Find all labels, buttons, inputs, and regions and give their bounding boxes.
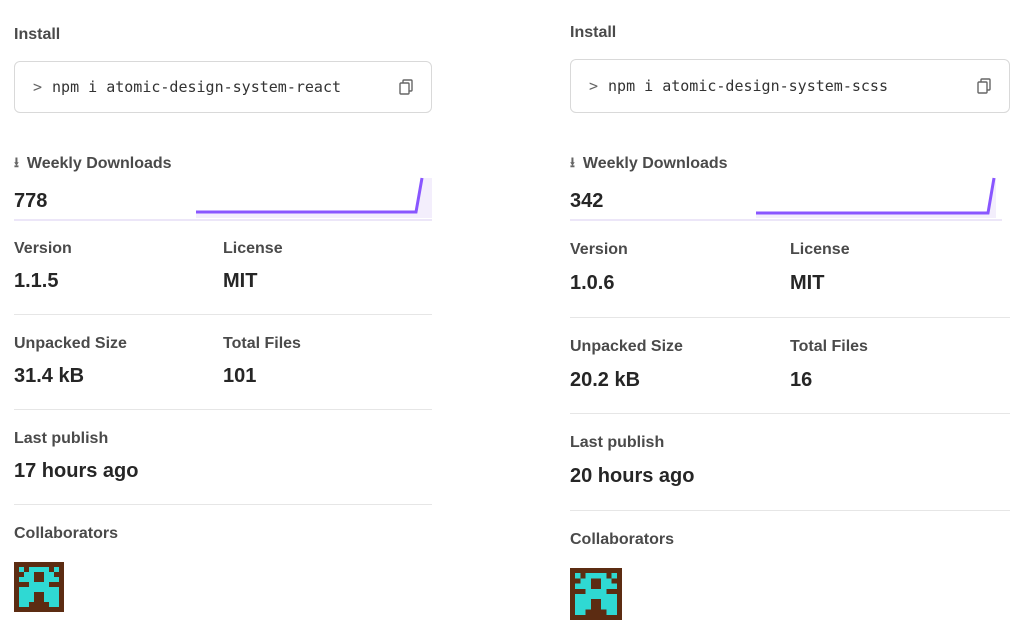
collaborator-avatar[interactable] [14, 562, 64, 612]
total-files-value: 101 [223, 365, 257, 387]
weekly-downloads-text: Weekly Downloads [582, 155, 728, 172]
weekly-downloads-value: 778 [14, 190, 48, 212]
install-command[interactable]: npm i atomic-design-system-react [52, 78, 399, 96]
last-publish-label: Last publish [570, 434, 665, 451]
prompt-symbol: > [33, 78, 43, 96]
download-icon: ⭳ [14, 154, 19, 170]
divider [14, 314, 432, 315]
total-files-label: Total Files [790, 338, 868, 355]
last-publish-label: Last publish [14, 430, 109, 447]
unpacked-size-label: Unpacked Size [14, 335, 127, 352]
weekly-downloads-sparkline[interactable] [196, 174, 432, 222]
weekly-downloads-value: 342 [570, 190, 604, 212]
collaborator-avatar[interactable] [570, 568, 622, 620]
collaborators-label: Collaborators [14, 525, 119, 542]
license-value: MIT [790, 272, 825, 294]
unpacked-size-value: 31.4 kB [14, 365, 85, 387]
divider [570, 413, 1010, 414]
weekly-downloads-label: ⭳ Weekly Downloads [14, 152, 172, 176]
download-icon: ⭳ [570, 154, 575, 170]
install-label: Install [570, 24, 617, 41]
version-value: 1.1.5 [14, 270, 59, 292]
divider [570, 317, 1010, 318]
license-label: License [223, 240, 283, 257]
version-value: 1.0.6 [570, 272, 615, 294]
install-label: Install [14, 26, 61, 43]
unpacked-size-label: Unpacked Size [570, 338, 683, 355]
license-label: License [790, 241, 850, 258]
divider [14, 409, 432, 410]
downloads-divider [570, 219, 1002, 221]
total-files-label: Total Files [223, 335, 301, 352]
divider [14, 504, 432, 505]
license-value: MIT [223, 270, 258, 292]
prompt-symbol: > [589, 77, 599, 95]
divider [570, 510, 1010, 511]
package-sidebar-right: Install > npm i atomic-design-system-scs… [570, 0, 1010, 634]
package-sidebar-left: Install > npm i atomic-design-system-rea… [14, 0, 432, 634]
version-label: Version [14, 240, 72, 257]
last-publish-value: 17 hours ago [14, 460, 139, 482]
copy-icon[interactable] [399, 79, 413, 95]
last-publish-value: 20 hours ago [570, 465, 695, 487]
version-label: Version [570, 241, 628, 258]
copy-icon[interactable] [977, 78, 991, 94]
install-command-box[interactable]: > npm i atomic-design-system-scss [570, 59, 1010, 113]
weekly-downloads-sparkline[interactable] [756, 174, 1002, 222]
weekly-downloads-label: ⭳ Weekly Downloads [570, 152, 728, 176]
last-publish-row: Last publish 20 hours ago [570, 434, 1010, 488]
unpacked-size-value: 20.2 kB [570, 369, 641, 391]
total-files-value: 16 [790, 369, 813, 391]
install-command-box[interactable]: > npm i atomic-design-system-react [14, 61, 432, 113]
last-publish-row: Last publish 17 hours ago [14, 430, 432, 483]
downloads-divider [14, 219, 432, 221]
weekly-downloads-text: Weekly Downloads [26, 155, 172, 172]
install-command[interactable]: npm i atomic-design-system-scss [608, 77, 977, 95]
collaborators-label: Collaborators [570, 531, 675, 548]
